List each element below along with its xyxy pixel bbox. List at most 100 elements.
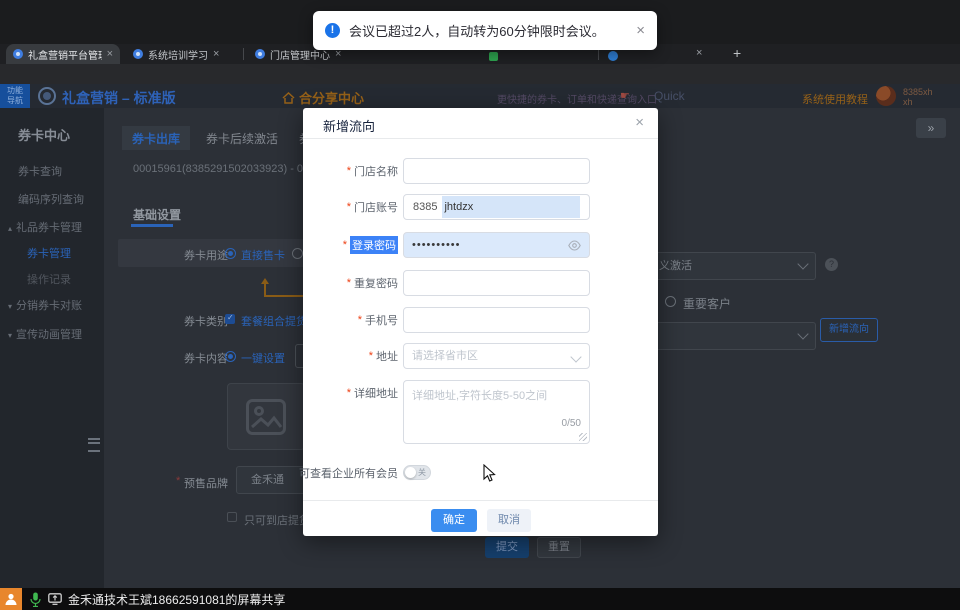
nav-label-line2: 导航 bbox=[7, 96, 23, 106]
confirm-button[interactable]: 确定 bbox=[431, 509, 477, 532]
tab-close-icon[interactable]: × bbox=[107, 48, 113, 60]
toast-close-icon[interactable]: × bbox=[636, 22, 645, 39]
screen: 礼盒营销平台管理中心 × 系统培训学习 × 门店管理中心 × × + ⌄ – ▢… bbox=[0, 0, 960, 610]
mouse-cursor bbox=[483, 464, 496, 483]
site-favicon bbox=[13, 49, 23, 59]
toggle-off-label: 关 bbox=[418, 467, 426, 479]
modal-close-icon[interactable]: × bbox=[635, 114, 644, 131]
eye-icon[interactable] bbox=[568, 240, 581, 251]
sidebar-item-code-sequence[interactable]: 编码序列查询 bbox=[18, 191, 84, 207]
radio-important-customer[interactable] bbox=[665, 296, 676, 307]
browser-tab-active[interactable]: 礼盒营销平台管理中心 × bbox=[6, 44, 120, 64]
function-nav-button[interactable]: 功能 导航 bbox=[0, 84, 30, 108]
screen-share-icon bbox=[48, 593, 62, 605]
submit-button[interactable]: 提交 bbox=[485, 537, 529, 558]
screen-share-text: 金禾通技术王斌18662591081的屏幕共享 bbox=[68, 591, 285, 608]
account-prefix: 8385 bbox=[404, 201, 442, 213]
sidebar-item-distribution[interactable]: ▾分销券卡对账 bbox=[8, 297, 82, 313]
member-visibility-label: 可查看企业所有会员 bbox=[278, 460, 398, 486]
required-mark: * bbox=[176, 475, 180, 487]
store-name-input[interactable] bbox=[403, 158, 590, 184]
radio-important-customer-label[interactable]: 重要客户 bbox=[683, 295, 731, 312]
share-center-link[interactable]: 合分享中心 bbox=[282, 88, 364, 107]
app-logo-icon bbox=[38, 87, 56, 105]
tab-close-icon[interactable]: × bbox=[213, 48, 219, 60]
browser-tab[interactable]: 系统培训学习 × bbox=[126, 44, 238, 64]
sidebar-section-title: 券卡中心 bbox=[18, 125, 70, 144]
char-counter: 0/50 bbox=[562, 418, 581, 429]
user-avatar[interactable] bbox=[876, 86, 896, 106]
site-favicon bbox=[255, 49, 265, 59]
chevron-down-icon bbox=[570, 351, 581, 362]
address-select[interactable]: 请选择省市区 bbox=[403, 343, 590, 369]
tab-card-activation[interactable]: 券卡后续激活 bbox=[196, 126, 288, 150]
radio-one-click-setup[interactable] bbox=[225, 351, 236, 362]
activation-dropdown[interactable]: 义激活 bbox=[650, 252, 816, 280]
tab-close-icon[interactable]: × bbox=[696, 47, 702, 59]
info-icon: ! bbox=[325, 23, 340, 38]
browser-addressbar: ← → ⟳ standard.maboy.cn/CardsOut ☆ 更新 ⋮ bbox=[0, 64, 960, 84]
sidebar-item-promo-animation[interactable]: ▾宣传动画管理 bbox=[8, 326, 82, 342]
site-favicon bbox=[133, 49, 143, 59]
active-tab-underline bbox=[131, 224, 173, 227]
tutorial-link[interactable]: 系统使用教程 bbox=[802, 91, 868, 107]
panel-collapse-button[interactable]: » bbox=[916, 118, 946, 138]
checkbox-store-pickup-label[interactable]: 只可到店提货 bbox=[244, 512, 310, 528]
card-content-label: 券卡内容 bbox=[184, 350, 228, 366]
label-text: 重复密码 bbox=[354, 275, 398, 291]
house-icon bbox=[282, 92, 295, 104]
label-text: 可查看企业所有会员 bbox=[299, 465, 398, 481]
card-category-label: 券卡类别 bbox=[184, 313, 228, 329]
chevron-down-icon bbox=[797, 258, 808, 269]
sidebar-item-gift-card-mgmt[interactable]: ▴礼品券卡管理 bbox=[8, 219, 82, 235]
add-flow-button[interactable]: 新增流向 bbox=[820, 318, 878, 342]
tab-basic-settings[interactable]: 基础设置 bbox=[133, 206, 181, 223]
new-tab-button[interactable]: + bbox=[733, 45, 741, 61]
repeat-password-input[interactable] bbox=[403, 270, 590, 296]
tab-label: 系统培训学习 bbox=[148, 47, 208, 62]
member-visibility-toggle[interactable]: 关 bbox=[403, 465, 431, 480]
tab-card-outbound[interactable]: 券卡出库 bbox=[122, 126, 190, 150]
resize-grip-icon[interactable] bbox=[579, 433, 587, 441]
quick-search-label[interactable]: Quick bbox=[654, 89, 685, 103]
checkbox-store-pickup[interactable] bbox=[227, 512, 237, 522]
label-text: 门店账号 bbox=[354, 199, 398, 215]
login-password-input[interactable]: •••••••••• bbox=[403, 232, 590, 258]
app-header: 功能 导航 礼盒营销 – 标准版 合分享中心 更快捷的券卡、订单和快递查询入口 … bbox=[0, 84, 960, 108]
store-name-label: * 门店名称 bbox=[278, 158, 398, 184]
user-id-text: 8385xh bbox=[903, 87, 933, 97]
detail-address-textarea[interactable]: 详细地址,字符长度5-50之间 0/50 bbox=[403, 380, 590, 444]
radio-direct-sale[interactable] bbox=[225, 248, 236, 259]
label-text-selected: 登录密码 bbox=[350, 236, 398, 254]
sidebar-collapse-icon[interactable] bbox=[88, 438, 100, 452]
hidden-tab-favicon[interactable] bbox=[608, 51, 618, 61]
reset-button[interactable]: 重置 bbox=[537, 537, 581, 558]
sidebar-item-operation-log[interactable]: 操作记录 bbox=[27, 271, 71, 287]
hand-pointer-icon: ☛ bbox=[620, 89, 630, 102]
account-value: jhtdzx bbox=[442, 196, 580, 218]
hidden-tab-favicon[interactable] bbox=[489, 52, 498, 61]
sidebar-item-card-query[interactable]: 券卡查询 bbox=[18, 163, 62, 179]
required-mark: * bbox=[347, 277, 351, 289]
add-flow-modal: 新增流向 × * 门店名称 * 门店账号 8385 jhtdzx * 登录密码 … bbox=[303, 108, 658, 536]
modal-footer: 确定 取消 bbox=[303, 500, 658, 536]
flow-dropdown[interactable] bbox=[650, 322, 816, 350]
sidebar-item-card-mgmt-active[interactable]: 券卡管理 bbox=[27, 245, 71, 261]
help-icon[interactable]: ? bbox=[825, 258, 838, 271]
store-account-label: * 门店账号 bbox=[278, 194, 398, 220]
activation-dropdown-value: 义激活 bbox=[659, 260, 692, 272]
phone-input[interactable] bbox=[403, 307, 590, 333]
address-label: * 地址 bbox=[278, 343, 398, 369]
store-account-input[interactable]: 8385 jhtdzx bbox=[403, 194, 590, 220]
sidebar: 券卡中心 券卡查询 编码序列查询 ▴礼品券卡管理 券卡管理 操作记录 ▾分销券卡… bbox=[0, 108, 104, 590]
cancel-button[interactable]: 取消 bbox=[487, 509, 531, 532]
meeting-toast: ! 会议已超过2人，自动转为60分钟限时会议。 × bbox=[313, 11, 657, 50]
tab-separator bbox=[243, 48, 244, 60]
user-id: 8385xh xh bbox=[903, 87, 933, 107]
screen-share-bar: 金禾通技术王斌18662591081的屏幕共享 bbox=[0, 588, 960, 610]
chevron-down-icon bbox=[797, 328, 808, 339]
checkbox-combo-card[interactable] bbox=[225, 314, 235, 324]
app-title: 礼盒营销 – 标准版 bbox=[62, 88, 176, 108]
tab-label: 礼盒营销平台管理中心 bbox=[28, 47, 102, 62]
nav-label-line1: 功能 bbox=[7, 86, 23, 96]
